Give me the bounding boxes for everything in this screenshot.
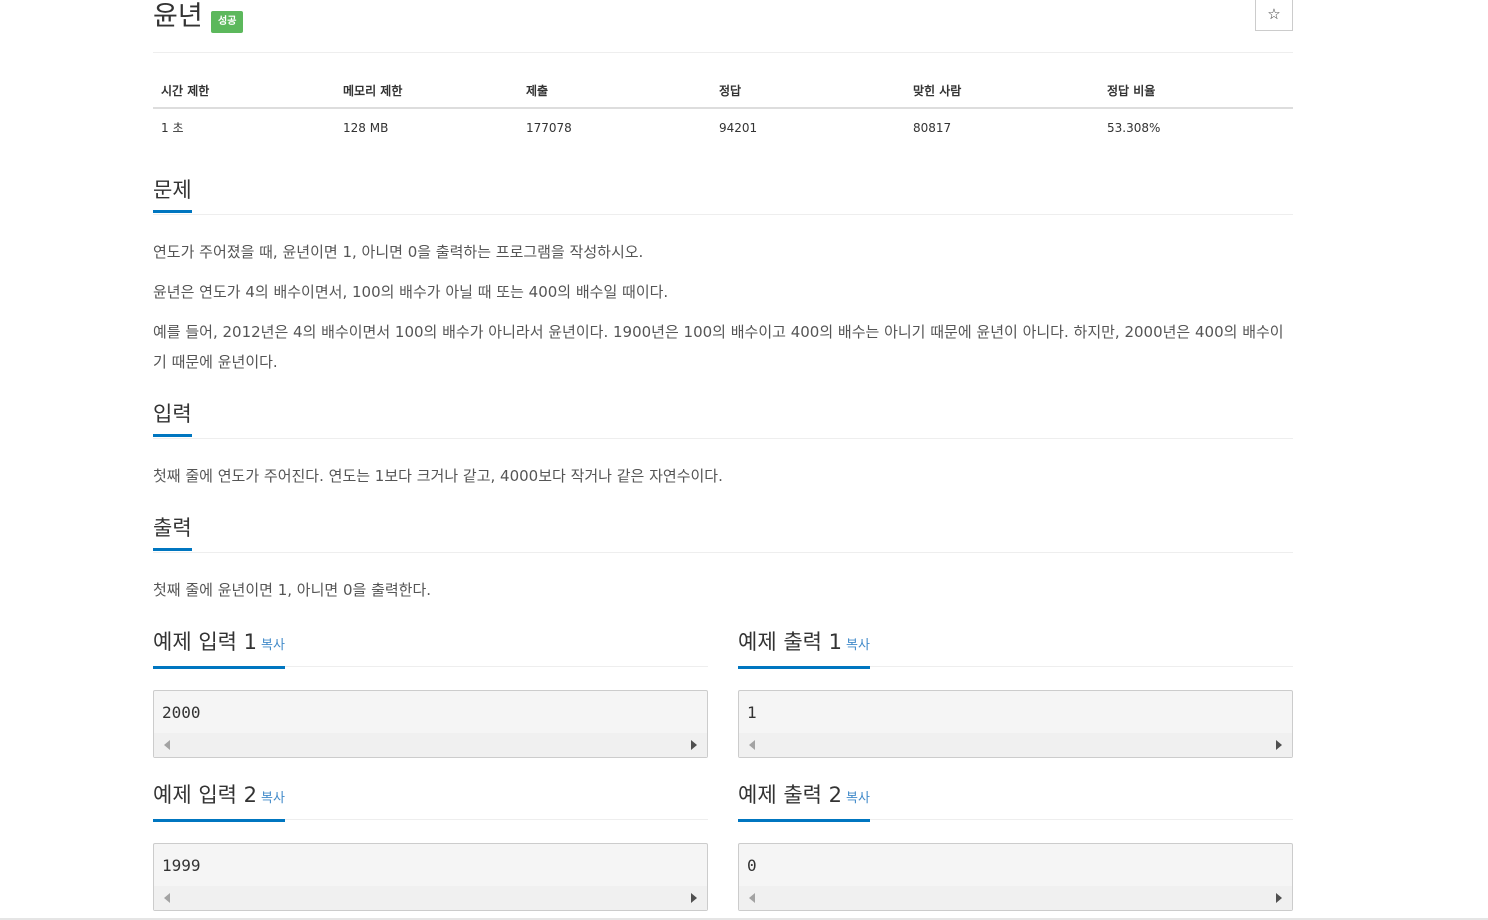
page-title: 윤년 <box>153 1 203 32</box>
problem-info-table: 시간 제한 메모리 제한 제출 정답 맞힌 사람 정답 비율 1 초 128 M… <box>153 78 1293 145</box>
problem-page: 윤년 성공 ☆ 시간 제한 메모리 제한 제출 정답 맞힌 사람 정답 비율 1… <box>0 0 1488 920</box>
scroll-right-icon[interactable] <box>691 893 697 903</box>
sample-output-1-box[interactable]: 1 <box>738 690 1293 758</box>
input-description: 첫째 줄에 연도가 주어진다. 연도는 1보다 크거나 같고, 4000보다 작… <box>153 467 723 485</box>
scroll-right-icon[interactable] <box>1276 893 1282 903</box>
sample-input-2-box[interactable]: 1999 <box>153 843 708 911</box>
sample-output-2-heading: 예제 출력 2 복사 <box>738 781 870 822</box>
copy-sample-input-1-button[interactable]: 복사 <box>261 638 285 653</box>
horizontal-scrollbar[interactable] <box>154 886 707 910</box>
solved-users-value: 80817 <box>905 108 1099 145</box>
header-time-limit: 시간 제한 <box>153 78 335 109</box>
sample-output-1-title: 예제 출력 1 <box>738 630 842 654</box>
copy-sample-input-2-button[interactable]: 복사 <box>261 791 285 806</box>
scroll-left-icon[interactable] <box>164 893 170 903</box>
sample-input-1-header: 예제 입력 1 복사 <box>153 628 708 669</box>
scroll-right-icon[interactable] <box>691 740 697 750</box>
scroll-right-icon[interactable] <box>1276 740 1282 750</box>
title-row: 윤년 성공 ☆ <box>153 0 1293 53</box>
sample-input-1-heading: 예제 입력 1 복사 <box>153 628 285 669</box>
table-header-row: 시간 제한 메모리 제한 제출 정답 맞힌 사람 정답 비율 <box>153 78 1293 109</box>
accept-ratio-value: 53.308% <box>1099 108 1293 145</box>
header-accepted: 정답 <box>711 78 905 109</box>
output-section-header: 출력 <box>153 514 1293 553</box>
scroll-left-icon[interactable] <box>164 740 170 750</box>
time-limit-value: 1 초 <box>153 108 335 145</box>
favorite-button[interactable]: ☆ <box>1255 0 1293 31</box>
input-section-header: 입력 <box>153 400 1293 439</box>
input-heading: 입력 <box>153 400 192 437</box>
status-badge: 성공 <box>211 11 244 33</box>
copy-sample-output-2-button[interactable]: 복사 <box>846 791 870 806</box>
sample-input-2-title: 예제 입력 2 <box>153 783 257 807</box>
submissions-value: 177078 <box>518 108 711 145</box>
sample-output-1-header: 예제 출력 1 복사 <box>738 628 1293 669</box>
sample-output-2-header: 예제 출력 2 복사 <box>738 781 1293 822</box>
output-heading: 출력 <box>153 514 192 551</box>
scroll-left-icon[interactable] <box>749 740 755 750</box>
output-description: 첫째 줄에 윤년이면 1, 아니면 0을 출력한다. <box>153 581 432 599</box>
header-memory-limit: 메모리 제한 <box>335 78 518 109</box>
header-accept-ratio: 정답 비율 <box>1099 78 1293 109</box>
problem-paragraph-2: 윤년은 연도가 4의 배수이면서, 100의 배수가 아닐 때 또는 400의 … <box>153 283 669 301</box>
problem-paragraph-1: 연도가 주어졌을 때, 윤년이면 1, 아니면 0을 출력하는 프로그램을 작성… <box>153 243 644 261</box>
scroll-left-icon[interactable] <box>749 893 755 903</box>
sample-output-1-heading: 예제 출력 1 복사 <box>738 628 870 669</box>
problem-paragraph-3: 예를 들어, 2012년은 4의 배수이면서 100의 배수가 아니라서 윤년이… <box>153 323 1284 371</box>
horizontal-scrollbar[interactable] <box>739 886 1292 910</box>
problem-section-header: 문제 <box>153 176 1293 215</box>
sample-input-2-code: 1999 <box>162 856 201 875</box>
sample-output-2-title: 예제 출력 2 <box>738 783 842 807</box>
horizontal-scrollbar[interactable] <box>739 733 1292 757</box>
copy-sample-output-1-button[interactable]: 복사 <box>846 638 870 653</box>
sample-input-2-heading: 예제 입력 2 복사 <box>153 781 285 822</box>
sample-output-1-code: 1 <box>747 703 757 722</box>
sample-input-1-code: 2000 <box>162 703 201 722</box>
sample-input-1-title: 예제 입력 1 <box>153 630 257 654</box>
header-submissions: 제출 <box>518 78 711 109</box>
table-row: 1 초 128 MB 177078 94201 80817 53.308% <box>153 108 1293 145</box>
sample-input-2-header: 예제 입력 2 복사 <box>153 781 708 822</box>
memory-limit-value: 128 MB <box>335 108 518 145</box>
accepted-value: 94201 <box>711 108 905 145</box>
sample-output-2-code: 0 <box>747 856 757 875</box>
sample-output-2-box[interactable]: 0 <box>738 843 1293 911</box>
sample-input-1-box[interactable]: 2000 <box>153 690 708 758</box>
problem-container: 윤년 성공 ☆ 시간 제한 메모리 제한 제출 정답 맞힌 사람 정답 비율 1… <box>153 0 1293 911</box>
horizontal-scrollbar[interactable] <box>154 733 707 757</box>
header-solved-users: 맞힌 사람 <box>905 78 1099 109</box>
problem-heading: 문제 <box>153 176 192 213</box>
star-icon: ☆ <box>1267 5 1281 23</box>
